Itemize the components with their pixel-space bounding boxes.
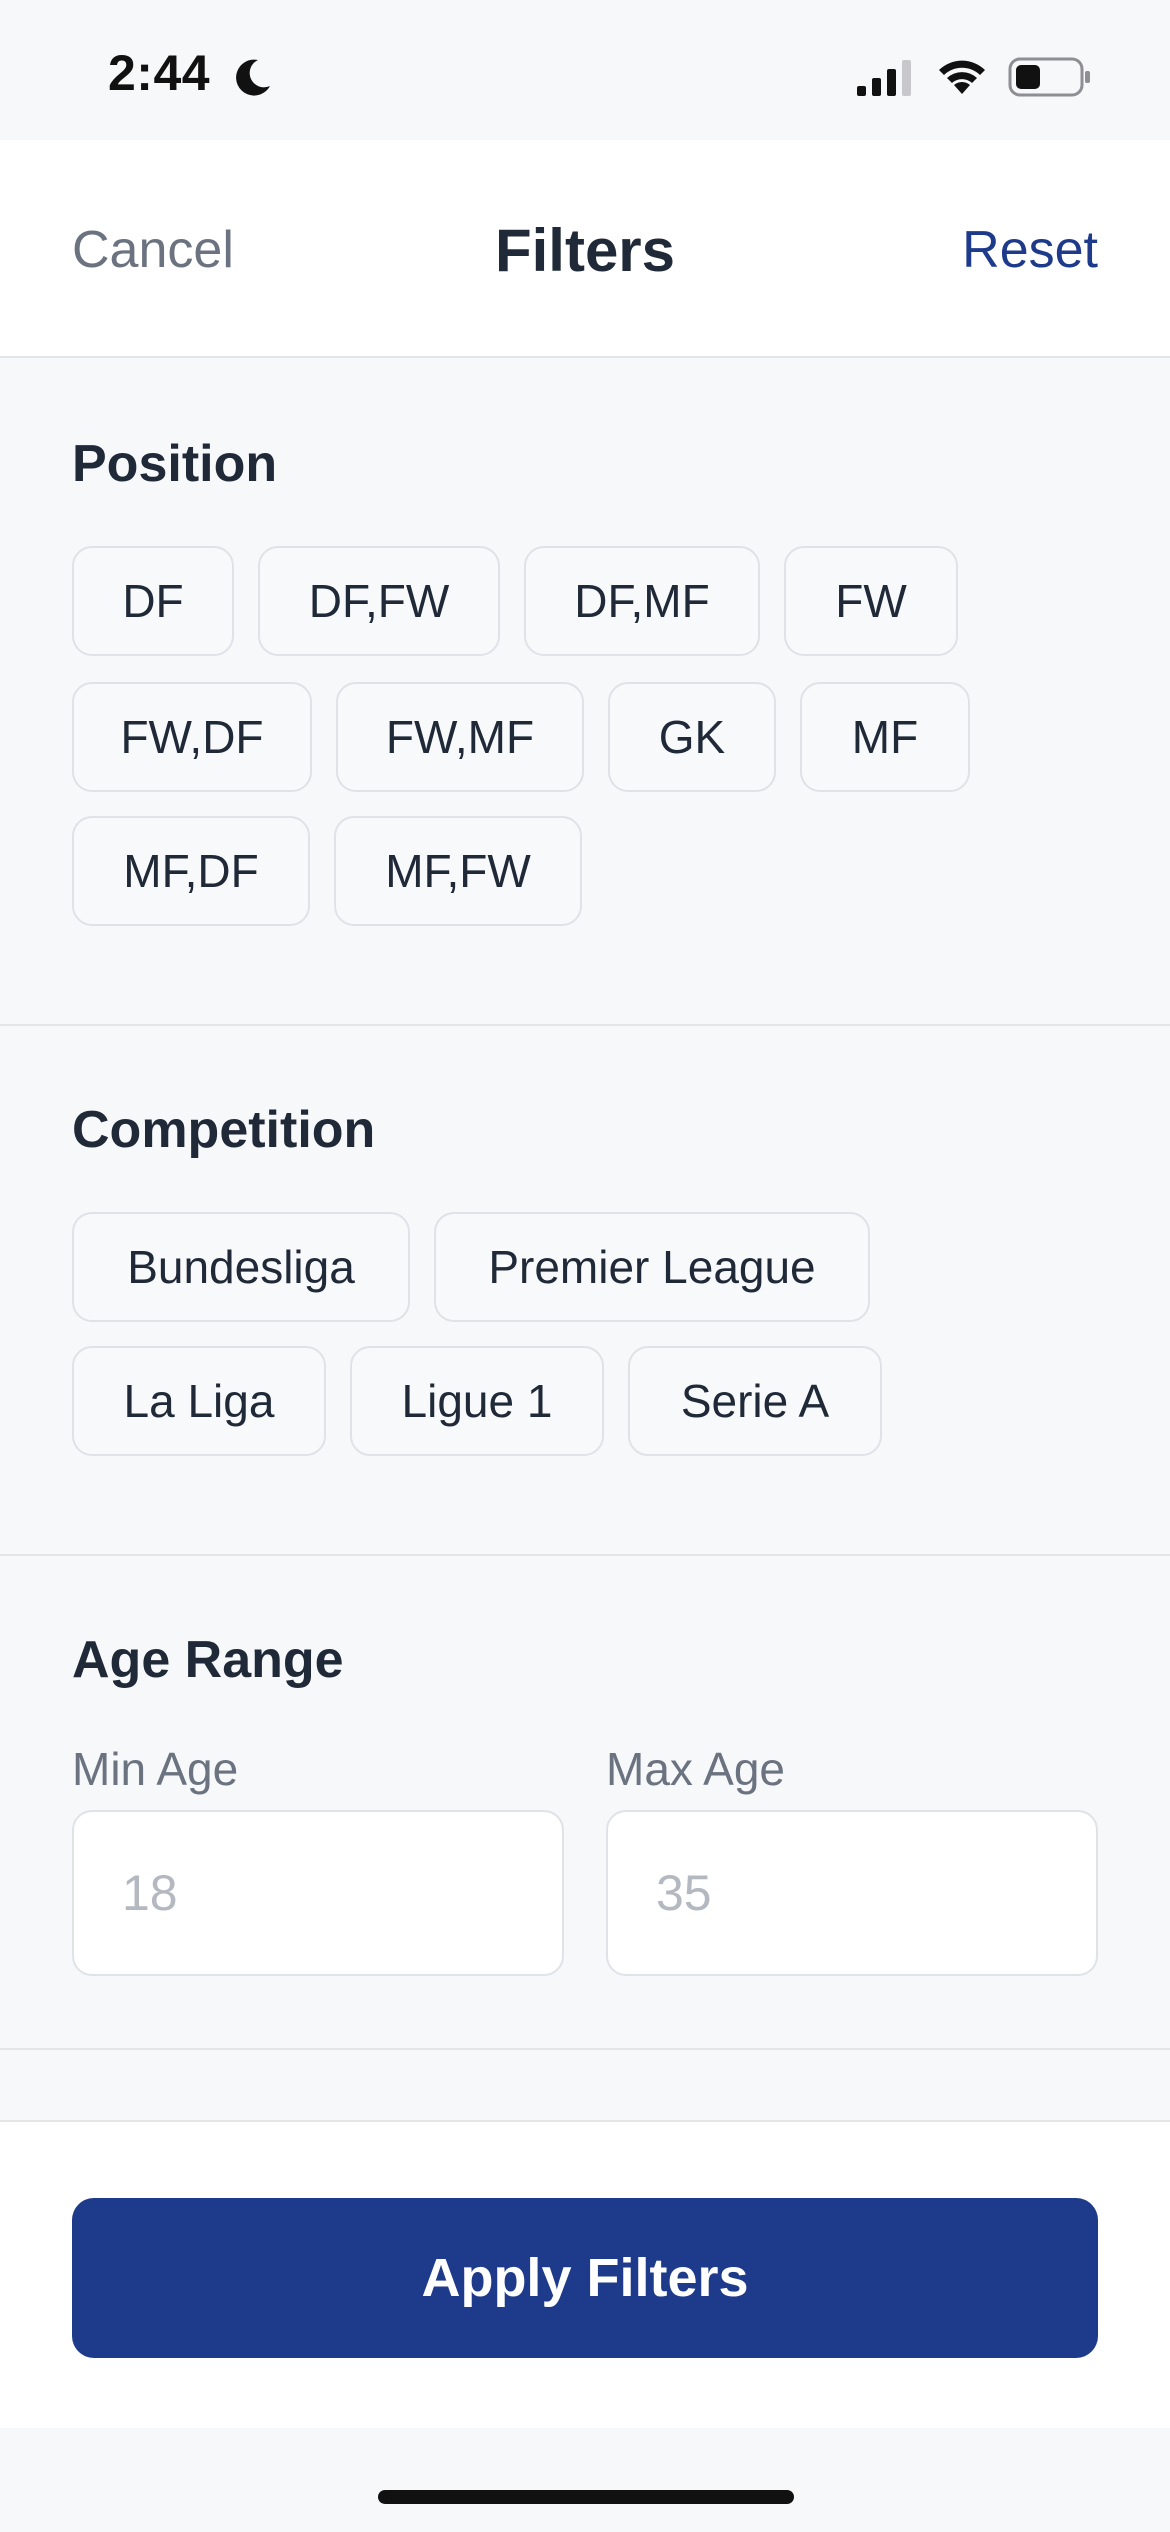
moon-icon bbox=[236, 59, 270, 96]
competition-chip-la-liga[interactable]: La Liga bbox=[72, 1346, 326, 1456]
wifi-icon bbox=[939, 60, 985, 94]
position-chip-mf-df[interactable]: MF,DF bbox=[72, 816, 310, 926]
status-time: 2:44 bbox=[108, 45, 211, 101]
position-section: Position DF DF,FW DF,MF FW FW,DF FW,MF G… bbox=[0, 358, 1170, 1026]
competition-chip-premier-league[interactable]: Premier League bbox=[434, 1212, 870, 1322]
position-chip-df-fw[interactable]: DF,FW bbox=[258, 546, 500, 656]
signal-icon bbox=[857, 60, 911, 96]
position-chip-fw[interactable]: FW bbox=[784, 546, 958, 656]
status-bar: 2:44 bbox=[0, 0, 1170, 140]
filters-screen: 2:44 Cancel Filters Reset Position DF DF… bbox=[0, 0, 1170, 2532]
age-range-title: Age Range bbox=[72, 1631, 344, 1689]
position-chip-gk[interactable]: GK bbox=[608, 682, 776, 792]
competition-chip-ligue-1[interactable]: Ligue 1 bbox=[350, 1346, 604, 1456]
position-title: Position bbox=[72, 435, 278, 493]
max-age-input[interactable] bbox=[606, 1810, 1098, 1976]
reset-button[interactable]: Reset bbox=[962, 220, 1098, 280]
home-indicator bbox=[378, 2490, 794, 2504]
competition-chip-bundesliga[interactable]: Bundesliga bbox=[72, 1212, 410, 1322]
battery-icon bbox=[1008, 57, 1090, 97]
position-chip-mf-fw[interactable]: MF,FW bbox=[334, 816, 582, 926]
nav-header: Cancel Filters Reset bbox=[0, 140, 1170, 358]
apply-filters-button[interactable]: Apply Filters bbox=[72, 2198, 1098, 2358]
footer: Apply Filters bbox=[0, 2120, 1170, 2428]
position-chip-df-mf[interactable]: DF,MF bbox=[524, 546, 760, 656]
age-range-section: Age Range Min Age Max Age bbox=[0, 1556, 1170, 2050]
competition-chip-serie-a[interactable]: Serie A bbox=[628, 1346, 882, 1456]
position-chip-df[interactable]: DF bbox=[72, 546, 234, 656]
position-chip-fw-mf[interactable]: FW,MF bbox=[336, 682, 584, 792]
max-age-label: Max Age bbox=[606, 1743, 785, 1795]
min-age-input[interactable] bbox=[72, 1810, 564, 1976]
position-chip-mf[interactable]: MF bbox=[800, 682, 970, 792]
position-chip-fw-df[interactable]: FW,DF bbox=[72, 682, 312, 792]
min-age-label: Min Age bbox=[72, 1743, 239, 1795]
competition-section: Competition Bundesliga Premier League La… bbox=[0, 1026, 1170, 1556]
competition-title: Competition bbox=[72, 1101, 376, 1159]
